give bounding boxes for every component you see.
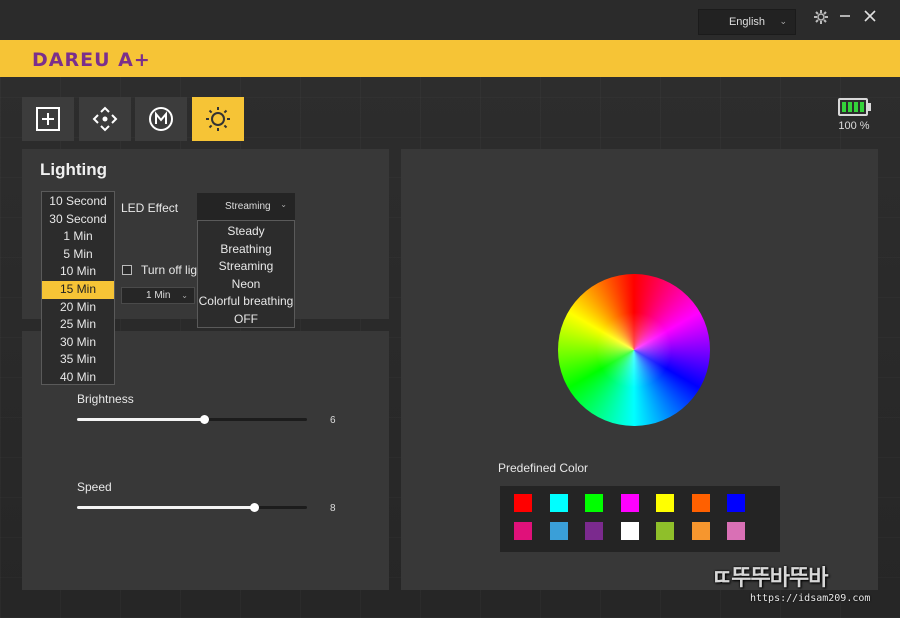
time-option[interactable]: 15 Min xyxy=(42,280,114,299)
led-effect-select[interactable]: Streaming ⌄ xyxy=(197,193,295,220)
led-effect-label: LED Effect xyxy=(121,201,179,215)
battery-level: 100 % xyxy=(838,120,870,132)
time-value: 1 Min xyxy=(146,290,171,301)
time-option[interactable]: 30 Min xyxy=(42,334,114,352)
effect-option[interactable]: Neon xyxy=(198,276,294,294)
color-swatch[interactable] xyxy=(514,494,532,512)
color-swatch[interactable] xyxy=(620,522,639,540)
effect-option[interactable]: OFF xyxy=(198,311,294,329)
brightness-label: Brightness xyxy=(77,392,134,406)
color-swatch[interactable] xyxy=(549,522,568,540)
tool-macro-button[interactable] xyxy=(135,97,187,141)
brightness-slider-handle[interactable] xyxy=(199,415,209,424)
time-option[interactable]: 5 Min xyxy=(42,246,114,264)
watermark-text: ㄸ뚜뚜바뚜바 xyxy=(712,566,828,591)
language-select[interactable]: English ⌄ xyxy=(698,9,796,35)
predefined-color-label: Predefined Color xyxy=(498,461,589,475)
color-swatch[interactable] xyxy=(549,494,568,512)
chevron-down-icon: ⌄ xyxy=(280,200,287,209)
color-swatch[interactable] xyxy=(691,522,710,540)
tool-lighting-button[interactable] xyxy=(192,97,244,141)
sun-icon xyxy=(206,107,230,131)
plus-box-icon xyxy=(36,107,60,131)
color-swatch[interactable] xyxy=(585,522,603,540)
battery-icon xyxy=(838,98,868,116)
turn-off-time-dropdown: 10 Second 30 Second 1 Min 5 Min 10 Min 15 Min… xyxy=(41,191,115,385)
color-swatch[interactable] xyxy=(691,494,710,512)
time-option[interactable]: 1 Min xyxy=(42,228,114,246)
turn-off-label: Turn off ligh xyxy=(141,263,201,277)
turn-off-checkbox[interactable] xyxy=(122,265,132,275)
lighting-title: Lighting xyxy=(40,160,108,179)
time-option[interactable]: 20 Min xyxy=(42,299,114,317)
effect-option[interactable]: Steady xyxy=(198,223,294,241)
time-option[interactable]: 10 Second xyxy=(42,193,114,211)
speed-label: Speed xyxy=(77,480,112,494)
effect-option[interactable]: Colorful breathing xyxy=(198,293,294,311)
brightness-slider[interactable] xyxy=(77,415,307,424)
color-swatch[interactable] xyxy=(727,522,745,540)
color-swatch[interactable] xyxy=(727,494,745,512)
close-icon[interactable] xyxy=(859,5,881,27)
color-swatch[interactable] xyxy=(514,522,532,540)
dareu-logo: DAREU A+ xyxy=(32,49,151,71)
led-effect-value: Streaming xyxy=(225,201,271,212)
language-value: English xyxy=(728,16,766,28)
color-swatch[interactable] xyxy=(656,522,674,540)
color-wheel[interactable] xyxy=(558,274,710,426)
color-swatch[interactable] xyxy=(620,494,639,512)
color-swatch[interactable] xyxy=(656,494,674,512)
dpad-icon xyxy=(92,106,118,132)
tool-add-button[interactable] xyxy=(22,97,74,141)
chevron-down-icon: ⌄ xyxy=(181,291,188,300)
time-option[interactable]: 10 Min xyxy=(42,263,114,281)
time-option[interactable]: 25 Min xyxy=(42,316,114,334)
effect-option[interactable]: Breathing xyxy=(198,241,294,259)
gear-icon[interactable] xyxy=(810,6,832,28)
time-option[interactable]: 35 Min xyxy=(42,351,114,369)
watermark-url: https://idsam209.com xyxy=(750,593,871,604)
color-swatch[interactable] xyxy=(585,494,603,512)
tool-buttons-button[interactable] xyxy=(79,97,131,141)
brand-bar: DAREU A+ xyxy=(0,40,900,77)
brightness-value: 6 xyxy=(330,415,336,426)
chevron-down-icon: ⌄ xyxy=(779,16,787,26)
led-effect-dropdown: Steady Breathing Streaming Neon Colorful bre… xyxy=(197,220,295,328)
speed-value: 8 xyxy=(330,503,336,514)
watermark: ㄸ뚜뚜바뚜바 https://idsam209.com xyxy=(712,560,892,610)
minimize-icon[interactable] xyxy=(834,5,856,27)
effect-option[interactable]: Streaming xyxy=(198,258,294,276)
predefined-color-grid xyxy=(500,486,780,552)
time-option[interactable]: 30 Second xyxy=(42,211,114,229)
m-circle-icon xyxy=(149,107,173,131)
speed-slider[interactable] xyxy=(77,503,307,512)
time-option[interactable]: 40 Min xyxy=(42,369,114,387)
turn-off-time-select[interactable]: 1 Min ⌄ xyxy=(121,287,195,304)
